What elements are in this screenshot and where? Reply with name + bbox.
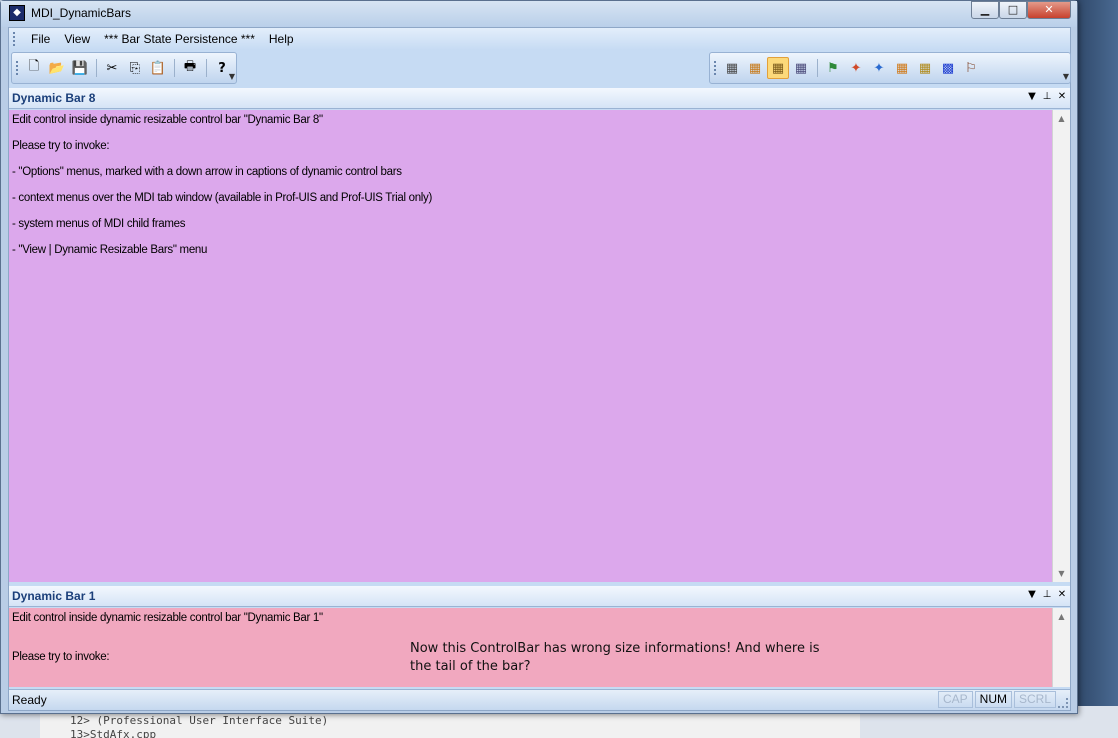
print-icon[interactable]: 🖶	[179, 57, 201, 79]
menu-bar: File View *** Bar State Persistence *** …	[9, 28, 1070, 50]
app-icon[interactable]: ◆	[9, 5, 25, 21]
copy-icon[interactable]: ⎘	[124, 57, 146, 79]
scroll-up-icon[interactable]: ▲	[1053, 612, 1070, 621]
toolbar-separator	[174, 59, 175, 77]
minimize-button[interactable]: ▁	[971, 1, 999, 19]
vertical-scrollbar[interactable]: ▲ ▼	[1052, 110, 1070, 582]
ide-output-line: 13>StdAfx.cpp	[70, 728, 157, 738]
caption-buttons: ▼ ⊥ ✕	[1026, 91, 1068, 102]
edit-line	[12, 127, 1049, 140]
toolbar-grip[interactable]	[714, 61, 717, 75]
annotation-line: the tail of the bar?	[410, 659, 531, 674]
bar-title: Dynamic Bar 8	[12, 91, 96, 105]
ide-output-line: 12> (Professional User Interface Suite)	[70, 714, 329, 727]
caption-buttons: ▼ ⊥ ✕	[1026, 589, 1068, 600]
toolbar-separator	[817, 59, 818, 77]
background-desktop-right	[1072, 0, 1118, 738]
window-controls: ▁ □ ✕	[971, 1, 1071, 19]
toolbar-separator	[206, 59, 207, 77]
toolbar-grip[interactable]	[16, 61, 19, 75]
theme-color-icon[interactable]: ▩	[937, 57, 959, 79]
edit-line: - context menus over the MDI tab window …	[12, 192, 433, 204]
edit-line: - "Options" menus, marked with a down ar…	[12, 166, 402, 178]
pin-icon[interactable]: ⊥	[1041, 91, 1053, 102]
office-5-icon[interactable]: ✦	[868, 57, 890, 79]
annotation-line: Now this ControlBar has wrong size infor…	[410, 641, 820, 656]
close-icon[interactable]: ✕	[1056, 589, 1068, 600]
maximize-button[interactable]: □	[999, 1, 1027, 19]
menu-bar-state-persistence[interactable]: *** Bar State Persistence ***	[97, 30, 262, 48]
menu-grip[interactable]	[13, 32, 16, 46]
status-text: Ready	[12, 693, 47, 707]
theme-gold-icon[interactable]: ▦	[914, 57, 936, 79]
edit-line	[12, 205, 1049, 218]
status-bar: Ready CAP NUM SCRL	[9, 689, 1070, 710]
window-title: MDI_DynamicBars	[31, 6, 132, 20]
paste-icon[interactable]: 📋	[147, 57, 169, 79]
theme-toolbar: ▦ ▦ ▦ ▦ ⚑ ✦ ✦ ▦ ▦ ▩ ⚐ ▼	[709, 52, 1071, 84]
edit-line: Edit control inside dynamic resizable co…	[12, 114, 323, 126]
scroll-lock-indicator: SCRL	[1013, 691, 1056, 708]
menu-view[interactable]: View	[57, 30, 97, 48]
toolbar-options-chevron-icon[interactable]: ▼	[229, 72, 235, 81]
toolbar-options-chevron-icon[interactable]: ▼	[1063, 72, 1069, 81]
edit-line: Edit control inside dynamic resizable co…	[12, 612, 323, 624]
save-icon[interactable]: 💾	[69, 57, 91, 79]
cut-icon[interactable]: ✂	[101, 57, 123, 79]
close-button[interactable]: ✕	[1027, 1, 1071, 19]
title-bar[interactable]: ◆ MDI_DynamicBars ▁ □ ✕	[1, 1, 1077, 27]
edit-control[interactable]: Edit control inside dynamic resizable co…	[9, 110, 1052, 582]
caps-lock-indicator: CAP	[937, 691, 973, 708]
annotation-text: Now this ControlBar has wrong size infor…	[410, 640, 830, 676]
theme-2000-icon[interactable]: ▦	[721, 57, 743, 79]
menu-help[interactable]: Help	[262, 30, 301, 48]
open-icon[interactable]: 📂	[46, 57, 68, 79]
theme-2003-icon[interactable]: ▦	[767, 57, 789, 79]
office-8-icon[interactable]: ✦	[845, 57, 867, 79]
close-icon[interactable]: ✕	[1056, 91, 1068, 102]
bar-caption[interactable]: Dynamic Bar 1 ▼ ⊥ ✕	[9, 586, 1070, 607]
edit-line: - "View | Dynamic Resizable Bars" menu	[12, 244, 208, 256]
theme-xp-icon[interactable]: ▦	[744, 57, 766, 79]
scroll-down-icon[interactable]: ▼	[1053, 569, 1070, 578]
size-grip[interactable]	[1058, 698, 1068, 708]
vertical-scrollbar[interactable]: ▲	[1052, 608, 1070, 687]
theme-studio-icon[interactable]: ▦	[790, 57, 812, 79]
num-lock-indicator: NUM	[974, 691, 1012, 708]
edit-line	[12, 179, 1049, 192]
windows-flag-icon[interactable]: ⚑	[822, 57, 844, 79]
scroll-up-icon[interactable]: ▲	[1053, 114, 1070, 123]
client-area: File View *** Bar State Persistence *** …	[8, 27, 1071, 711]
edit-line	[12, 231, 1049, 244]
toolbar-separator	[96, 59, 97, 77]
status-indicators: CAP NUM SCRL	[937, 691, 1056, 708]
edit-line	[12, 625, 1049, 638]
edit-line: - system menus of MDI child frames	[12, 218, 186, 230]
options-arrow-icon[interactable]: ▼	[1026, 91, 1038, 102]
standard-toolbar: 🗋 📂 💾 ✂ ⎘ 📋 🖶 ? ▼	[11, 52, 237, 84]
main-window: ◆ MDI_DynamicBars ▁ □ ✕ File View *** Ba…	[0, 0, 1078, 714]
theme-xp-flag-icon[interactable]: ⚐	[960, 57, 982, 79]
options-arrow-icon[interactable]: ▼	[1026, 589, 1038, 600]
pin-icon[interactable]: ⊥	[1041, 589, 1053, 600]
new-icon[interactable]: 🗋	[23, 57, 45, 79]
menu-file[interactable]: File	[24, 30, 57, 48]
dynamic-bar-8: Dynamic Bar 8 ▼ ⊥ ✕ Edit control inside …	[9, 88, 1070, 582]
edit-line	[12, 153, 1049, 166]
bar-caption[interactable]: Dynamic Bar 8 ▼ ⊥ ✕	[9, 88, 1070, 109]
edit-line: Please try to invoke:	[12, 140, 110, 152]
theme-orange-icon[interactable]: ▦	[891, 57, 913, 79]
bar-title: Dynamic Bar 1	[12, 589, 96, 603]
